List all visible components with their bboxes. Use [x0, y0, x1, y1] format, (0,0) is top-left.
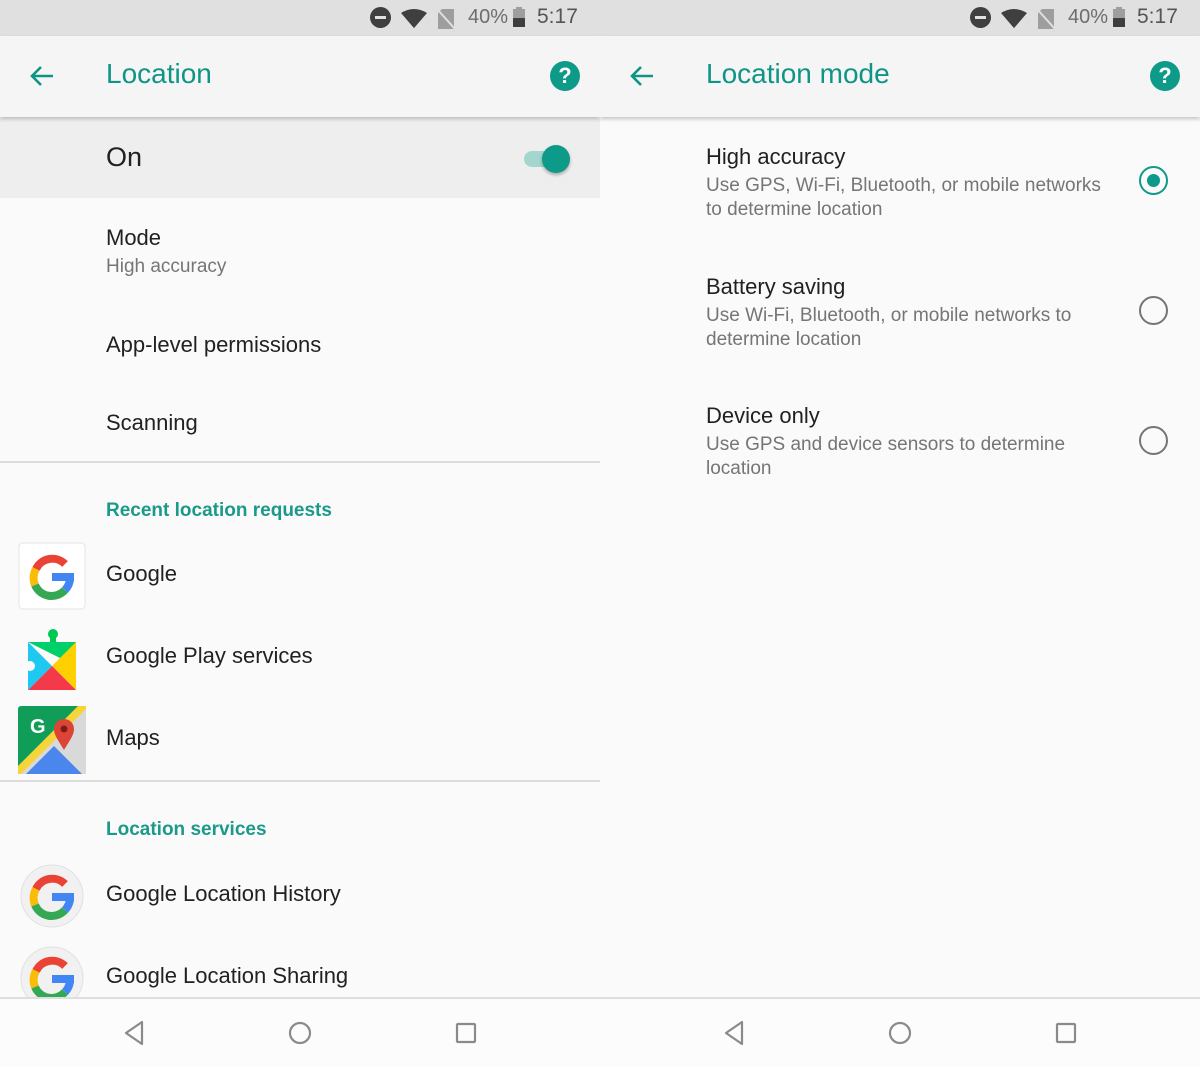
master-switch-label: On — [106, 142, 143, 172]
arrow-left-icon[interactable] — [626, 60, 658, 92]
help-icon[interactable]: ? — [550, 61, 580, 91]
pref-title: Mode — [106, 225, 162, 250]
radio-button-selected[interactable] — [1139, 166, 1168, 195]
recent-request-google-play-services[interactable]: Google Play services — [0, 619, 600, 699]
page-title: Location — [106, 58, 212, 89]
location-services-header: Location services — [106, 819, 267, 840]
status-bar: 40% 5:17 — [0, 0, 600, 36]
navigation-bar — [0, 997, 600, 1067]
location-toggle[interactable] — [522, 145, 572, 173]
recents-icon[interactable] — [1052, 1019, 1080, 1047]
status-bar: 40% 5:17 — [600, 0, 1200, 36]
navigation-bar — [600, 997, 1200, 1067]
app-bar: Location mode ? — [600, 36, 1200, 117]
clock: 5:17 — [537, 5, 578, 28]
option-description: Use GPS and device sensors to determine … — [706, 434, 1066, 479]
page-title: Location mode — [706, 58, 890, 89]
location-master-switch-row[interactable]: On — [0, 117, 600, 198]
mode-option-device-only[interactable]: Device only Use GPS and device sensors t… — [600, 403, 1200, 523]
wifi-icon — [401, 9, 427, 28]
recent-request-google[interactable]: Google — [0, 537, 600, 617]
battery-percent: 40% — [1068, 6, 1109, 28]
no-sim-icon — [1036, 8, 1056, 30]
wifi-icon — [1001, 9, 1027, 28]
app-label: Maps — [106, 725, 160, 750]
back-icon[interactable] — [720, 1019, 748, 1047]
mode-option-high-accuracy[interactable]: High accuracy Use GPS, Wi-Fi, Bluetooth,… — [600, 144, 1200, 264]
battery-icon — [513, 7, 525, 27]
svg-text:G: G — [30, 716, 46, 738]
option-description: Use GPS, Wi-Fi, Bluetooth, or mobile net… — [706, 175, 1101, 220]
do-not-disturb-icon — [370, 7, 391, 28]
service-label: Google Location Sharing — [106, 963, 349, 988]
do-not-disturb-icon — [970, 7, 991, 28]
pref-mode[interactable]: Mode High accuracy — [0, 198, 600, 290]
radio-button[interactable] — [1139, 296, 1168, 325]
home-icon[interactable] — [886, 1019, 914, 1047]
recent-location-requests-header: Recent location requests — [106, 500, 332, 521]
clock: 5:17 — [1137, 5, 1178, 28]
option-title: Device only — [706, 403, 820, 428]
divider — [0, 780, 600, 782]
battery-icon — [1113, 7, 1125, 27]
service-label: Google Location History — [106, 881, 341, 906]
option-title: High accuracy — [706, 144, 846, 169]
google-play-services-icon — [25, 629, 76, 690]
app-bar: Location ? — [0, 36, 600, 117]
back-icon[interactable] — [120, 1019, 148, 1047]
radio-button[interactable] — [1139, 426, 1168, 455]
option-description: Use Wi-Fi, Bluetooth, or mobile networks… — [706, 305, 1072, 350]
pref-app-level-permissions[interactable]: App-level permissions — [0, 305, 600, 385]
pref-summary: High accuracy — [106, 256, 227, 277]
location-mode-screen: 40% 5:17 Location mode ? High accuracy U… — [600, 0, 1200, 1067]
service-google-location-history[interactable]: Google Location History — [0, 857, 600, 937]
pref-title: Scanning — [106, 410, 198, 435]
google-icon — [20, 864, 84, 928]
arrow-left-icon[interactable] — [26, 60, 58, 92]
google-icon — [18, 542, 86, 610]
pref-title: App-level permissions — [106, 332, 322, 357]
help-icon[interactable]: ? — [1150, 61, 1180, 91]
home-icon[interactable] — [286, 1019, 314, 1047]
toggle-thumb — [542, 145, 570, 173]
app-label: Google Play services — [106, 643, 313, 668]
app-label: Google — [106, 561, 177, 586]
location-settings-screen: 40% 5:17 Location ? On Mode High accurac… — [0, 0, 600, 1067]
battery-percent: 40% — [468, 6, 509, 28]
no-sim-icon — [436, 8, 456, 30]
google-maps-icon: G — [18, 706, 86, 774]
recents-icon[interactable] — [452, 1019, 480, 1047]
recent-request-maps[interactable]: G Maps — [0, 701, 600, 781]
mode-option-battery-saving[interactable]: Battery saving Use Wi-Fi, Bluetooth, or … — [600, 274, 1200, 394]
pref-scanning[interactable]: Scanning — [0, 385, 600, 461]
divider — [0, 461, 600, 463]
option-title: Battery saving — [706, 274, 846, 299]
